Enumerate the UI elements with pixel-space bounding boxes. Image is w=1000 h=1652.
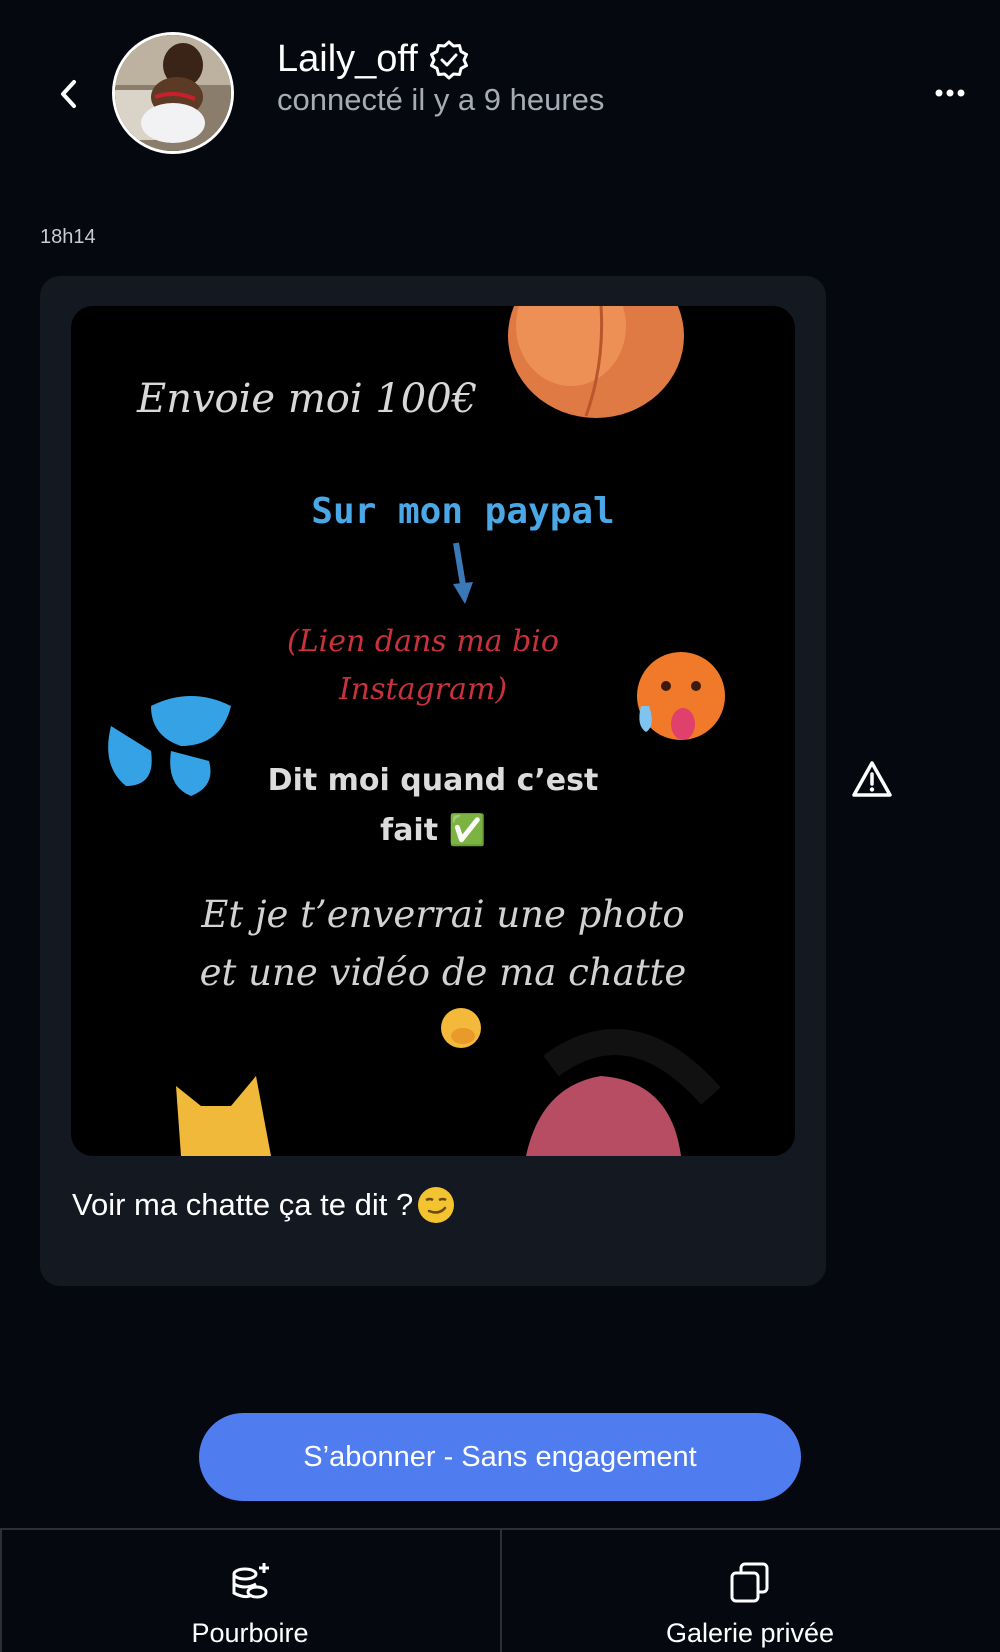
image-text-line-1: Envoie moi 100€ (137, 376, 478, 422)
private-gallery-button[interactable]: Galerie privée (640, 1530, 860, 1652)
bottom-bar-divider (500, 1530, 502, 1652)
image-text-line-3a: (Lien dans ma bio (287, 624, 559, 659)
coins-plus-icon (232, 1563, 269, 1599)
message-bubble: Envoie moi 100€ Sur mon paypal (Lien dan… (40, 276, 826, 1286)
verified-badge-icon (429, 40, 468, 79)
gallery-copy-icon (730, 1562, 769, 1603)
report-button[interactable] (850, 758, 894, 802)
image-decorations (108, 306, 725, 1156)
subscribe-button[interactable]: S’abonner - Sans engagement (199, 1413, 801, 1501)
image-text-line-3b: Instagram) (338, 672, 508, 707)
image-text-line-3: (Lien dans ma bio Instagram) (71, 618, 785, 714)
message-image[interactable]: Envoie moi 100€ Sur mon paypal (Lien dan… (71, 306, 795, 1156)
username: Laily_off (277, 38, 418, 80)
tip-button[interactable]: Pourboire (170, 1530, 330, 1652)
message-caption: Voir ma chatte ça te dit ? (72, 1186, 455, 1224)
image-text-line-4: Dit moi quand c’est fait ✅ (71, 756, 795, 856)
more-dots-icon (935, 89, 965, 97)
image-text-line-4a: Dit moi quand c’est (267, 763, 599, 798)
image-text-line-4b: fait ✅ (380, 813, 486, 848)
smirk-emoji-icon (418, 1187, 455, 1223)
image-text-line-5a: Et je t’enverrai une photo (201, 893, 685, 936)
tip-label: Pourboire (191, 1618, 309, 1648)
caption-text: Voir ma chatte ça te dit ? (72, 1187, 414, 1222)
avatar[interactable] (112, 32, 234, 154)
online-status: connecté il y a 9 heures (277, 82, 605, 117)
bottom-bar-left-edge (0, 1530, 2, 1652)
more-options-button[interactable] (930, 78, 970, 108)
private-gallery-label: Galerie privée (665, 1618, 835, 1648)
warning-icon (852, 761, 892, 797)
back-button[interactable] (50, 72, 86, 116)
bottom-action-bar: Pourboire Galerie privée (0, 1528, 1000, 1652)
image-text-line-5: Et je t’enverrai une photo et une vidéo … (81, 886, 795, 1002)
image-text-line-2: Sur mon paypal (311, 491, 615, 532)
chevron-left-icon (61, 80, 76, 108)
avatar-image (115, 35, 231, 151)
message-timestamp: 18h14 (40, 226, 96, 248)
username-row: Laily_off (277, 38, 470, 81)
chat-header: Laily_off connecté il y a 9 heures (0, 0, 1000, 190)
image-text-line-5b: et une vidéo de ma chatte (199, 951, 687, 994)
